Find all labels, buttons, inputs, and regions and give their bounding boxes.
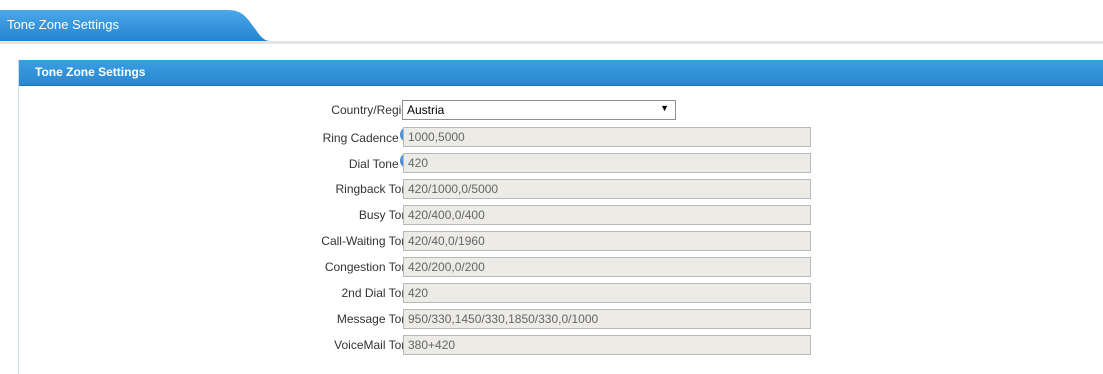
field-label-text: Ring Cadence bbox=[322, 130, 399, 145]
country-select-value: Austria bbox=[407, 103, 445, 117]
tab-baseline bbox=[0, 41, 1103, 44]
panel-header: Tone Zone Settings bbox=[19, 60, 1103, 86]
tone-field[interactable]: 420/40,0/1960 bbox=[403, 231, 811, 251]
tone-field[interactable]: 420 bbox=[403, 153, 811, 173]
tone-field[interactable]: 420/1000,0/5000 bbox=[403, 179, 811, 199]
field-label-text: Dial Tone bbox=[348, 156, 399, 171]
country-select[interactable]: Austria ▼ bbox=[402, 100, 676, 120]
form-row: VoiceMail Tone: 380+420 bbox=[19, 335, 1103, 357]
tone-zone-panel: Tone Zone Settings Country/Region: Austr… bbox=[18, 60, 1103, 374]
form-row: Message Tone: 950/330,1450/330,1850/330,0… bbox=[19, 309, 1103, 331]
form-row: Ringback Tone: 420/1000,0/5000 bbox=[19, 179, 1103, 201]
form-row: Ring Cadencei:1000,5000 bbox=[19, 127, 1103, 149]
tone-field[interactable]: 420 bbox=[403, 283, 811, 303]
form-row: 2nd Dial Tone: 420 bbox=[19, 283, 1103, 305]
tone-field[interactable]: 420/200,0/200 bbox=[403, 257, 811, 277]
panel-title: Tone Zone Settings bbox=[35, 65, 146, 79]
form-row: Busy Tone: 420/400,0/400 bbox=[19, 205, 1103, 227]
country-row: Country/Region: Austria ▼ bbox=[19, 100, 1103, 122]
top-tab-bar: Tone Zone Settings bbox=[0, 0, 1103, 44]
tone-field[interactable]: 420/400,0/400 bbox=[403, 205, 811, 225]
form-row: Dial Tonei:420 bbox=[19, 153, 1103, 175]
tone-field[interactable]: 1000,5000 bbox=[403, 127, 811, 147]
tone-field[interactable]: 950/330,1450/330,1850/330,0/1000 bbox=[403, 309, 811, 329]
tab-label: Tone Zone Settings bbox=[7, 17, 120, 32]
form-row: Call-Waiting Tone: 420/40,0/1960 bbox=[19, 231, 1103, 253]
chevron-down-icon: ▼ bbox=[660, 103, 669, 113]
form-row: Congestion Tone: 420/200,0/200 bbox=[19, 257, 1103, 279]
tone-field[interactable]: 380+420 bbox=[403, 335, 811, 355]
